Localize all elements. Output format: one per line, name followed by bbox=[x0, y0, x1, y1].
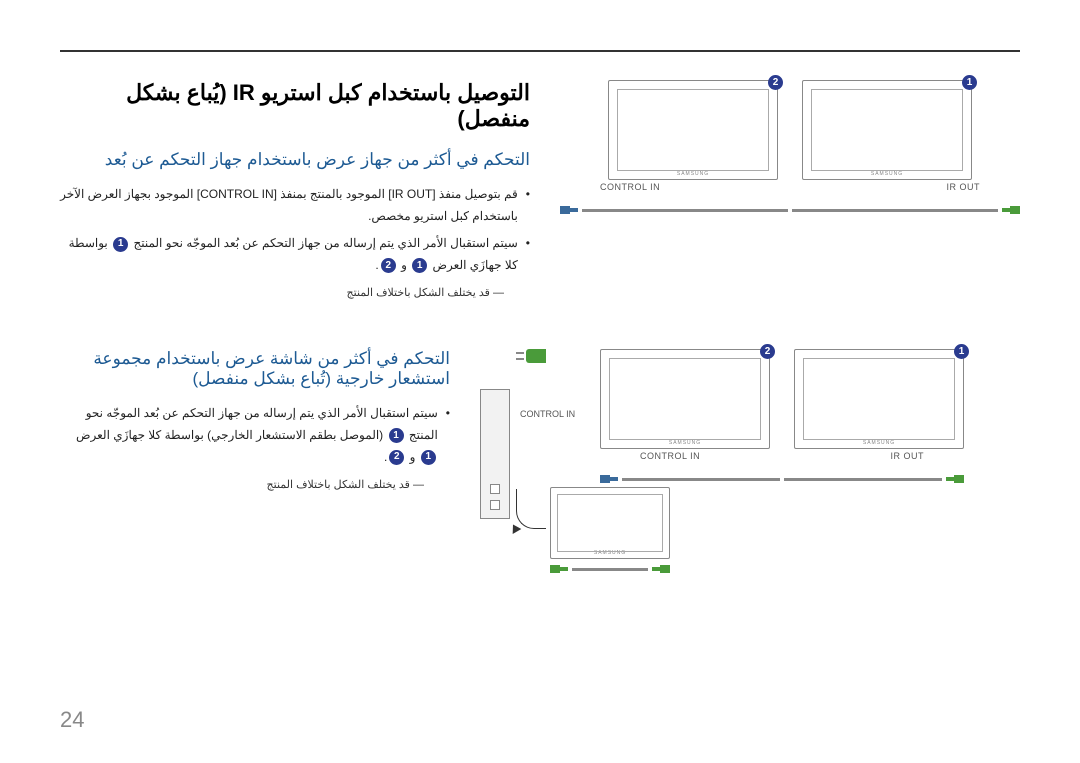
diagram-2: CONTROL IN SAMSUNG 1 SAMSUNG 2 bbox=[480, 349, 1020, 569]
badge-1-icon: 1 bbox=[954, 344, 969, 359]
section1-bullet-1: • قم بتوصيل منفذ [IR OUT] الموجود بالمنت… bbox=[60, 184, 530, 227]
badge-2-icon: 2 bbox=[768, 75, 783, 90]
stereo-cable-small-icon bbox=[550, 565, 670, 573]
section1-title: التوصيل باستخدام كبل استريو IR (يُباع بش… bbox=[60, 80, 530, 132]
section1-footnote: ― قد يختلف الشكل باختلاف المنتج bbox=[60, 286, 504, 299]
monitor-icon: SAMSUNG bbox=[802, 80, 972, 180]
diagram-1: SAMSUNG 1 SAMSUNG 2 IR OUT CONTROL IN bbox=[560, 80, 1020, 214]
plug-icon bbox=[516, 349, 546, 363]
page-number: 24 bbox=[60, 707, 84, 733]
badge-1-icon: 1 bbox=[113, 237, 128, 252]
section2-bullet-1: • سيتم استقبال الأمر الذي يتم إرساله من … bbox=[60, 403, 450, 468]
section1-subheading: التحكم في أكثر من جهاز عرض باستخدام جهاز… bbox=[60, 150, 530, 170]
monitor-icon: SAMSUNG bbox=[600, 349, 770, 449]
badge-1-icon: 1 bbox=[421, 450, 436, 465]
port-label-controlin: CONTROL IN bbox=[600, 182, 660, 192]
badge-2-icon: 2 bbox=[389, 450, 404, 465]
badge-2-icon: 2 bbox=[381, 258, 396, 273]
monitor-small-icon: SAMSUNG bbox=[550, 487, 670, 559]
stereo-cable-icon bbox=[560, 206, 1020, 214]
port-label-controlin: CONTROL IN bbox=[520, 409, 575, 419]
badge-1-icon: 1 bbox=[389, 428, 404, 443]
port-label-irout: IR OUT bbox=[891, 451, 925, 461]
port-label-irout: IR OUT bbox=[947, 182, 981, 192]
curved-arrow-icon bbox=[516, 489, 546, 529]
section2-footnote: ― قد يختلف الشكل باختلاف المنتج bbox=[60, 478, 424, 491]
external-sensor-icon bbox=[480, 389, 510, 519]
arrow-head-icon bbox=[509, 522, 522, 534]
section1-bullet-2: • سيتم استقبال الأمر الذي يتم إرساله من … bbox=[60, 233, 530, 276]
port-label-controlin: CONTROL IN bbox=[640, 451, 700, 461]
badge-2-icon: 2 bbox=[760, 344, 775, 359]
stereo-cable-icon bbox=[600, 475, 964, 483]
badge-1-icon: 1 bbox=[962, 75, 977, 90]
monitor-icon: SAMSUNG bbox=[608, 80, 778, 180]
badge-1-icon: 1 bbox=[412, 258, 427, 273]
monitor-icon: SAMSUNG bbox=[794, 349, 964, 449]
section2-subheading: التحكم في أكثر من شاشة عرض باستخدام مجمو… bbox=[60, 349, 450, 389]
